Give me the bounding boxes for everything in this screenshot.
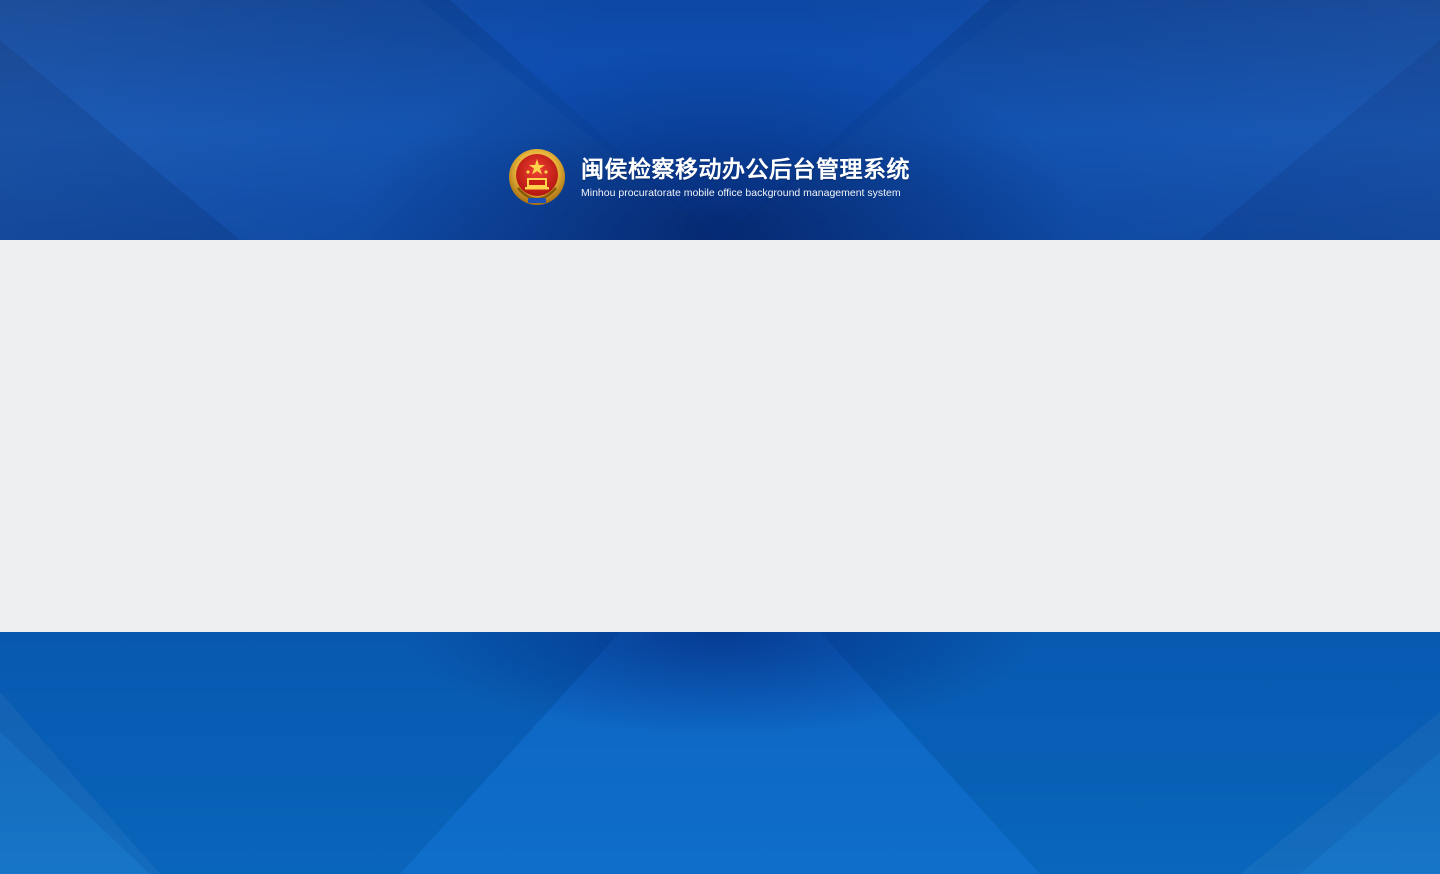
procuratorate-emblem-icon: [509, 149, 565, 205]
system-title: 闽侯检察移动办公后台管理系统: [581, 157, 910, 183]
footer-banner: [0, 632, 1440, 874]
header-banner: 闽侯检察移动办公后台管理系统 Minhou procuratorate mobi…: [0, 0, 1440, 240]
brand-header: 闽侯检察移动办公后台管理系统 Minhou procuratorate mobi…: [508, 147, 910, 209]
brand-text: 闽侯检察移动办公后台管理系统 Minhou procuratorate mobi…: [581, 156, 910, 200]
login-page: 闽侯检察移动办公后台管理系统 Minhou procuratorate mobi…: [0, 0, 1440, 874]
system-subtitle: Minhou procuratorate mobile office backg…: [581, 187, 901, 199]
content-area: [0, 240, 1440, 632]
